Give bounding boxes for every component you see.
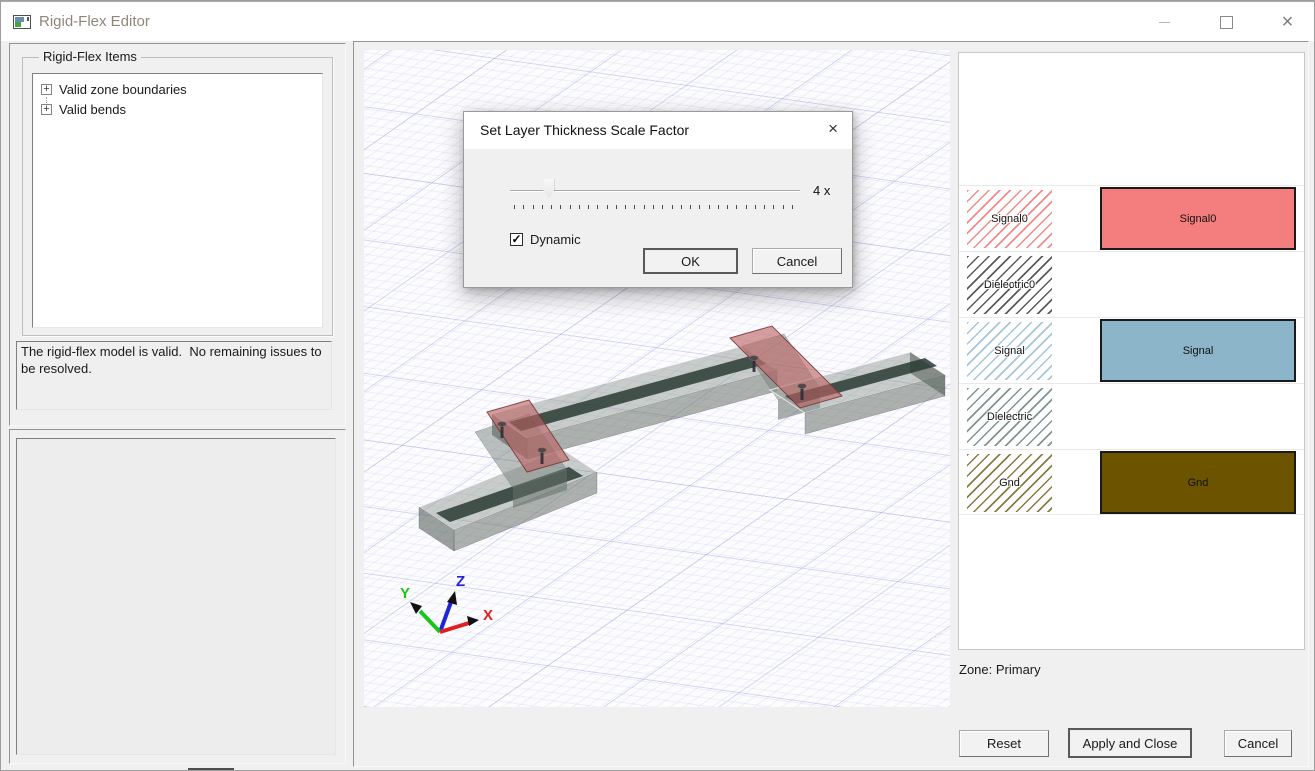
tick-mark: [736, 205, 737, 209]
close-button[interactable]: ×: [1265, 2, 1310, 42]
tick-mark: [523, 205, 524, 209]
left-bottom-panel: [9, 429, 346, 764]
expand-plus-icon[interactable]: +: [41, 84, 52, 95]
tick-mark: [783, 205, 784, 209]
z-axis-label: Z: [456, 573, 465, 590]
tick-mark: [579, 205, 580, 209]
tree-item-label[interactable]: Valid bends: [59, 102, 126, 117]
minimize-icon: [1159, 22, 1170, 23]
tick-mark: [634, 205, 635, 209]
tick-mark: [616, 205, 617, 209]
layer-name: Signal0: [991, 213, 1028, 225]
layer-row-dielectric[interactable]: Dielectric Dielectric: [959, 383, 1304, 449]
layer-row-gnd[interactable]: Gnd Gnd: [959, 449, 1304, 515]
footer-cancel-button[interactable]: Cancel: [1224, 730, 1292, 757]
app-icon: [13, 15, 31, 29]
tick-mark: [514, 205, 515, 209]
tick-mark: [533, 205, 534, 209]
tick-mark: [551, 205, 552, 209]
tick-mark: [764, 205, 765, 209]
tick-mark: [560, 205, 561, 209]
layer-name: Dielectric0: [984, 279, 1035, 291]
left-top-panel: Rigid-Flex Items + Valid zone boundaries…: [9, 43, 346, 426]
layer-hatch: Gnd: [967, 454, 1052, 512]
layer-fill-rect[interactable]: Signal: [1100, 319, 1296, 382]
layer-name: Signal: [994, 345, 1025, 357]
zone-label: Zone: Primary: [959, 662, 1041, 677]
minimize-button[interactable]: [1142, 2, 1187, 42]
tick-mark: [662, 205, 663, 209]
dialog-close-icon[interactable]: ×: [828, 120, 838, 137]
layer-stackup-panel: Signal0 Signal0 Dielectric0 Dielectric0 …: [958, 52, 1305, 650]
dialog-title: Set Layer Thickness Scale Factor: [480, 122, 689, 138]
rigid-flex-editor-window: Rigid-Flex Editor × Rigid-Flex Items + V…: [0, 0, 1315, 771]
layer-hatch: Dielectric: [967, 388, 1052, 446]
apply-and-close-button[interactable]: Apply and Close: [1068, 728, 1192, 758]
rigid-flex-items-groupbox: Rigid-Flex Items + Valid zone boundaries…: [22, 57, 333, 336]
layer-fill-name: Signal: [1183, 345, 1214, 357]
layer-hatch: Signal0: [967, 190, 1052, 248]
reset-button[interactable]: Reset: [959, 730, 1049, 757]
window-title: Rigid-Flex Editor: [39, 13, 150, 30]
layer-fill-rect[interactable]: Gnd: [1100, 451, 1296, 514]
layer-row-signal[interactable]: Signal Signal: [959, 317, 1304, 383]
tick-mark: [718, 205, 719, 209]
group-title: Rigid-Flex Items: [39, 49, 141, 64]
tree-item-label[interactable]: Valid zone boundaries: [59, 82, 187, 97]
tick-mark: [681, 205, 682, 209]
expand-plus-icon[interactable]: +: [41, 104, 52, 115]
maximize-button[interactable]: [1204, 2, 1249, 42]
tick-mark: [588, 205, 589, 209]
dialog-cancel-button[interactable]: Cancel: [752, 248, 842, 274]
tick-mark: [773, 205, 774, 209]
layer-name: Gnd: [999, 477, 1020, 489]
tick-mark: [625, 205, 626, 209]
tick-mark: [597, 205, 598, 209]
ok-button[interactable]: OK: [643, 248, 738, 274]
axis-triad: Z Y X: [400, 573, 493, 632]
model-geometry[interactable]: [419, 326, 945, 551]
slider-tick-marks: [514, 205, 793, 210]
x-axis-label: X: [483, 607, 493, 624]
close-icon: ×: [1282, 12, 1294, 32]
tick-mark: [746, 205, 747, 209]
tick-mark: [699, 205, 700, 209]
layer-fill-name: Gnd: [1188, 477, 1209, 489]
tick-mark: [690, 205, 691, 209]
layer-fill-rect[interactable]: Signal0: [1100, 187, 1296, 250]
layer-fill-name: Signal0: [1180, 213, 1217, 225]
rigid-flex-items-tree[interactable]: + Valid zone boundaries + Valid bends: [32, 73, 323, 328]
dialog-title-bar[interactable]: Set Layer Thickness Scale Factor ×: [464, 112, 852, 149]
layer-row-dielectric0[interactable]: Dielectric0 Dielectric0: [959, 251, 1304, 317]
maximize-icon: [1220, 16, 1233, 29]
tick-mark: [542, 205, 543, 209]
layer-hatch: Signal: [967, 322, 1052, 380]
tick-mark: [653, 205, 654, 209]
layer-row-signal0[interactable]: Signal0 Signal0: [959, 185, 1304, 251]
set-layer-thickness-dialog: Set Layer Thickness Scale Factor × 4 x ✓…: [463, 111, 853, 288]
tick-mark: [570, 205, 571, 209]
slider-value-label: 4 x: [813, 183, 830, 198]
app-icon-green: [15, 22, 21, 27]
tick-mark: [755, 205, 756, 209]
tick-mark: [672, 205, 673, 209]
thickness-slider-thumb[interactable]: [543, 179, 554, 198]
layer-name: Dielectric: [987, 411, 1032, 423]
tree-item-valid-bends[interactable]: + Valid bends: [41, 101, 126, 117]
tick-mark: [709, 205, 710, 209]
left-bottom-empty-box: [16, 438, 336, 755]
dynamic-checkbox[interactable]: ✓: [510, 233, 523, 246]
tick-mark: [607, 205, 608, 209]
tick-mark: [644, 205, 645, 209]
tree-item-valid-zone-boundaries[interactable]: + Valid zone boundaries: [41, 81, 187, 97]
tick-mark: [727, 205, 728, 209]
y-axis-label: Y: [400, 585, 410, 602]
layer-hatch: Dielectric0: [967, 256, 1052, 314]
app-icon-mark: [27, 17, 29, 21]
title-bar: Rigid-Flex Editor ×: [1, 1, 1314, 41]
validation-status-box: The rigid-flex model is valid. No remain…: [16, 341, 332, 410]
tick-mark: [792, 205, 793, 209]
dynamic-checkbox-label[interactable]: Dynamic: [530, 232, 581, 247]
